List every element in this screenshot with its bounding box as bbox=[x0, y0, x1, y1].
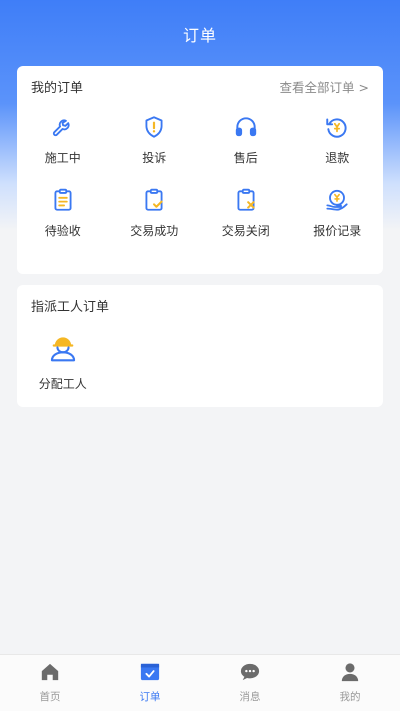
worker-icon bbox=[47, 333, 79, 367]
order-status-label: 交易成功 bbox=[130, 224, 179, 238]
order-status-success[interactable]: 交易成功 bbox=[109, 179, 201, 247]
order-status-closed[interactable]: 交易关闭 bbox=[200, 179, 292, 247]
home-icon bbox=[39, 662, 61, 686]
assign-orders-card: 指派工人订单 分配工人 bbox=[17, 285, 383, 407]
order-status-pending-acceptance[interactable]: 待验收 bbox=[17, 179, 109, 247]
headset-icon bbox=[231, 112, 261, 142]
tab-label: 订单 bbox=[139, 691, 161, 703]
order-status-after-sale[interactable]: 售后 bbox=[200, 106, 292, 174]
wrench-icon bbox=[48, 112, 78, 142]
my-orders-title: 我的订单 bbox=[31, 80, 84, 96]
tab-home[interactable]: 首页 bbox=[0, 655, 100, 711]
order-status-refund[interactable]: 退款 bbox=[292, 106, 384, 174]
tab-messages[interactable]: 消息 bbox=[200, 655, 300, 711]
page-title: 订单 bbox=[182, 26, 217, 45]
user-icon bbox=[339, 662, 361, 686]
order-status-complaint[interactable]: 投诉 bbox=[109, 106, 201, 174]
bottom-tab-bar: 首页 订单 消息 我的 bbox=[0, 654, 400, 711]
tab-orders[interactable]: 订单 bbox=[100, 655, 200, 711]
quote-record-icon bbox=[322, 185, 352, 215]
my-orders-header: 我的订单 查看全部订单 > bbox=[17, 66, 383, 106]
tab-label: 首页 bbox=[39, 691, 61, 703]
assign-orders-title: 指派工人订单 bbox=[31, 299, 110, 315]
assign-worker-button[interactable]: 分配工人 bbox=[17, 325, 109, 392]
view-all-orders-link[interactable]: 查看全部订单 > bbox=[280, 77, 369, 96]
order-status-label: 退款 bbox=[325, 151, 350, 165]
order-status-label: 交易关闭 bbox=[221, 224, 270, 238]
assign-orders-row: 分配工人 bbox=[17, 325, 383, 392]
tab-mine[interactable]: 我的 bbox=[300, 655, 400, 711]
order-icon bbox=[139, 662, 161, 686]
tab-label: 我的 bbox=[339, 691, 361, 703]
tab-label: 消息 bbox=[239, 691, 261, 703]
assign-orders-header: 指派工人订单 bbox=[17, 285, 383, 325]
order-status-label: 施工中 bbox=[44, 151, 81, 165]
order-status-quote-record[interactable]: 报价记录 bbox=[292, 179, 384, 247]
clipboard-check-icon bbox=[139, 185, 169, 215]
order-status-row-1: 施工中 投诉 售后 退款 bbox=[17, 106, 383, 174]
message-icon bbox=[239, 662, 261, 686]
my-orders-card: 我的订单 查看全部订单 > 施工中 投诉 售后 退款 待验收 交易成功 交易关闭… bbox=[17, 66, 383, 274]
shield-alert-icon bbox=[139, 112, 169, 142]
refund-icon bbox=[322, 112, 352, 142]
order-status-label: 报价记录 bbox=[313, 224, 362, 238]
order-status-label: 售后 bbox=[233, 151, 258, 165]
order-status-row-2: 待验收 交易成功 交易关闭 报价记录 bbox=[17, 179, 383, 247]
order-status-label: 待验收 bbox=[44, 224, 81, 238]
order-status-label: 投诉 bbox=[142, 151, 167, 165]
clipboard-close-icon bbox=[231, 185, 261, 215]
assign-worker-label: 分配工人 bbox=[38, 377, 87, 391]
order-status-in-progress[interactable]: 施工中 bbox=[17, 106, 109, 174]
clipboard-icon bbox=[48, 185, 78, 215]
